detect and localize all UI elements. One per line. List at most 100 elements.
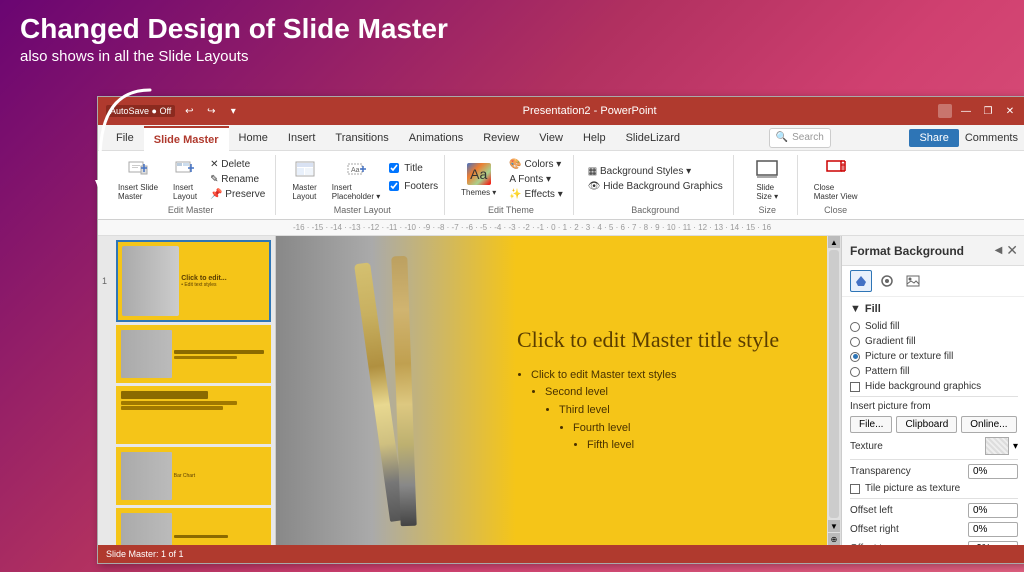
title-checkbox[interactable]: Title bbox=[389, 163, 438, 174]
scroll-down-button[interactable]: ▼ bbox=[828, 520, 840, 532]
tab-review[interactable]: Review bbox=[473, 125, 529, 151]
customize-qat-button[interactable]: ▾ bbox=[225, 103, 241, 119]
redo-button[interactable]: ↪ bbox=[203, 103, 219, 119]
delete-button[interactable]: ✕ Delete bbox=[206, 158, 269, 171]
slide-canvas[interactable]: Click to edit Master title style Click t… bbox=[276, 236, 841, 545]
slide-thumb-4[interactable]: Bar Chart bbox=[116, 447, 271, 505]
filename-label: Presentation2 bbox=[523, 105, 591, 117]
texture-dropdown[interactable]: ▾ bbox=[1013, 441, 1018, 452]
tab-view[interactable]: View bbox=[529, 125, 573, 151]
offset-right-input[interactable] bbox=[968, 522, 1018, 537]
share-button[interactable]: Share bbox=[909, 129, 958, 147]
insert-picture-row: File... Clipboard Online... bbox=[850, 416, 1018, 433]
scroll-up-button[interactable]: ▲ bbox=[828, 236, 840, 248]
theme-visual: Aa bbox=[467, 163, 491, 185]
slide-num-1: 1 bbox=[102, 276, 112, 286]
colors-button[interactable]: 🎨 Colors ▾ bbox=[505, 158, 566, 171]
ruler-ticks: -16 · -15 · -14 · -13 · -12 · -11 · -10 … bbox=[293, 223, 771, 232]
picture-icon[interactable] bbox=[902, 270, 924, 292]
solid-fill-option[interactable]: Solid fill bbox=[850, 321, 1018, 332]
format-panel-title: Format Background bbox=[850, 244, 964, 258]
undo-button[interactable]: ↩ bbox=[181, 103, 197, 119]
tab-animations[interactable]: Animations bbox=[399, 125, 473, 151]
ribbon-search-box[interactable]: 🔍 Search bbox=[769, 128, 831, 148]
tab-home[interactable]: Home bbox=[229, 125, 278, 151]
solid-fill-radio[interactable] bbox=[850, 322, 860, 332]
panel-header-controls: ◀ ✕ bbox=[995, 242, 1018, 259]
canvas-area: 87654321012345678 Click to edit Master t… bbox=[276, 236, 841, 545]
tile-picture-option[interactable]: Tile picture as texture bbox=[850, 483, 1018, 494]
online-button[interactable]: Online... bbox=[961, 416, 1016, 433]
tab-insert[interactable]: Insert bbox=[278, 125, 326, 151]
preserve-button[interactable]: 📌 Preserve bbox=[206, 188, 269, 201]
offset-left-input[interactable] bbox=[968, 503, 1018, 518]
ribbon-group-close: CloseMaster View Close bbox=[802, 155, 870, 215]
title-bar: AutoSave ● Off ↩ ↪ ▾ Presentation2 - Pow… bbox=[98, 97, 1024, 125]
footers-checkbox[interactable]: Footers bbox=[389, 181, 438, 192]
zoom-button[interactable]: ⊕ bbox=[828, 533, 840, 545]
slide-thumb-2[interactable] bbox=[116, 325, 271, 383]
slide-thumb-1[interactable]: Click to edit... • Edit text styles bbox=[116, 240, 271, 322]
slide-item-2[interactable] bbox=[102, 325, 271, 383]
fill-expand-icon: ▼ bbox=[850, 303, 861, 315]
themes-button[interactable]: Aa Themes ▾ bbox=[455, 160, 502, 199]
slide-size-button[interactable]: SlideSize ▾ bbox=[749, 155, 785, 203]
slide-item-5[interactable] bbox=[102, 508, 271, 545]
status-bar: Slide Master: 1 of 1 bbox=[98, 545, 1024, 563]
close-button[interactable]: ✕ bbox=[1002, 103, 1018, 119]
hide-bg-graphics-button[interactable]: 👁 Hide Background Graphics bbox=[584, 180, 727, 193]
pattern-fill-radio[interactable] bbox=[850, 367, 860, 377]
picture-fill-option[interactable]: Picture or texture fill bbox=[850, 351, 1018, 362]
insert-placeholder-icon: Aa bbox=[344, 157, 368, 181]
slide-body[interactable]: Click to edit Master text styles Second … bbox=[517, 367, 825, 455]
ribbon-group-size: SlideSize ▾ Size bbox=[738, 155, 798, 215]
panel-back-button[interactable]: ◀ bbox=[995, 245, 1003, 256]
fonts-button[interactable]: A Fonts ▾ bbox=[505, 173, 566, 186]
picture-fill-radio[interactable] bbox=[850, 352, 860, 362]
slide-item-1[interactable]: 1 Click to edit... • Edit text styles bbox=[102, 240, 271, 322]
insert-layout-button[interactable]: InsertLayout bbox=[167, 155, 203, 203]
comments-button[interactable]: Comments bbox=[965, 132, 1018, 144]
powerpoint-window: AutoSave ● Off ↩ ↪ ▾ Presentation2 - Pow… bbox=[97, 96, 1024, 564]
file-button[interactable]: File... bbox=[850, 416, 892, 433]
slide-thumb-5[interactable] bbox=[116, 508, 271, 545]
vertical-scrollbar[interactable]: ▲ ▼ ⊕ bbox=[827, 236, 841, 545]
tile-checkbox[interactable] bbox=[850, 484, 860, 494]
slides-panel[interactable]: 1 Click to edit... • Edit text styles bbox=[98, 236, 276, 545]
clipboard-button[interactable]: Clipboard bbox=[896, 416, 957, 433]
pattern-fill-option[interactable]: Pattern fill bbox=[850, 366, 1018, 377]
scroll-thumb[interactable] bbox=[829, 250, 839, 518]
hide-bg-graphics-option[interactable]: Hide background graphics bbox=[850, 381, 1018, 392]
transparency-label: Transparency bbox=[850, 466, 964, 477]
effects-icon[interactable] bbox=[876, 270, 898, 292]
close-master-view-button[interactable]: CloseMaster View bbox=[808, 155, 864, 203]
tab-slidelizard[interactable]: SlideLizard bbox=[616, 125, 690, 151]
slide-item-3[interactable] bbox=[102, 386, 271, 444]
restore-button[interactable]: ❐ bbox=[980, 103, 996, 119]
ribbon: File Slide Master Home Insert Transition… bbox=[98, 125, 1024, 220]
insert-placeholder-button[interactable]: Aa InsertPlaceholder ▾ bbox=[326, 155, 387, 203]
pattern-fill-label: Pattern fill bbox=[865, 366, 909, 377]
master-layout-buttons: MasterLayout Aa InsertPlaceholder ▾ Titl… bbox=[286, 155, 438, 203]
hide-bg-checkbox[interactable] bbox=[850, 382, 860, 392]
fill-icon[interactable] bbox=[850, 270, 872, 292]
theme-sub-buttons: 🎨 Colors ▾ A Fonts ▾ ✨ Effects ▾ bbox=[505, 158, 566, 201]
tab-help[interactable]: Help bbox=[573, 125, 616, 151]
rename-button[interactable]: ✎ Rename bbox=[206, 173, 269, 186]
background-styles-button[interactable]: ▦ Background Styles ▾ bbox=[584, 165, 727, 178]
gradient-fill-option[interactable]: Gradient fill bbox=[850, 336, 1018, 347]
search-icon: 🔍 bbox=[776, 132, 788, 143]
slide-master-title[interactable]: Click to edit Master title style bbox=[517, 326, 825, 355]
texture-selector[interactable] bbox=[985, 437, 1009, 455]
tab-transitions[interactable]: Transitions bbox=[325, 125, 398, 151]
insert-layout-icon bbox=[173, 157, 197, 181]
minimize-button[interactable]: — bbox=[958, 103, 974, 119]
effects-button[interactable]: ✨ Effects ▾ bbox=[505, 188, 566, 201]
slide-item-4[interactable]: Bar Chart bbox=[102, 447, 271, 505]
master-checkboxes: Title Footers bbox=[389, 163, 438, 196]
transparency-input[interactable] bbox=[968, 464, 1018, 479]
slide-thumb-3[interactable] bbox=[116, 386, 271, 444]
master-layout-button[interactable]: MasterLayout bbox=[286, 155, 322, 203]
panel-close-button[interactable]: ✕ bbox=[1006, 242, 1018, 259]
gradient-fill-radio[interactable] bbox=[850, 337, 860, 347]
